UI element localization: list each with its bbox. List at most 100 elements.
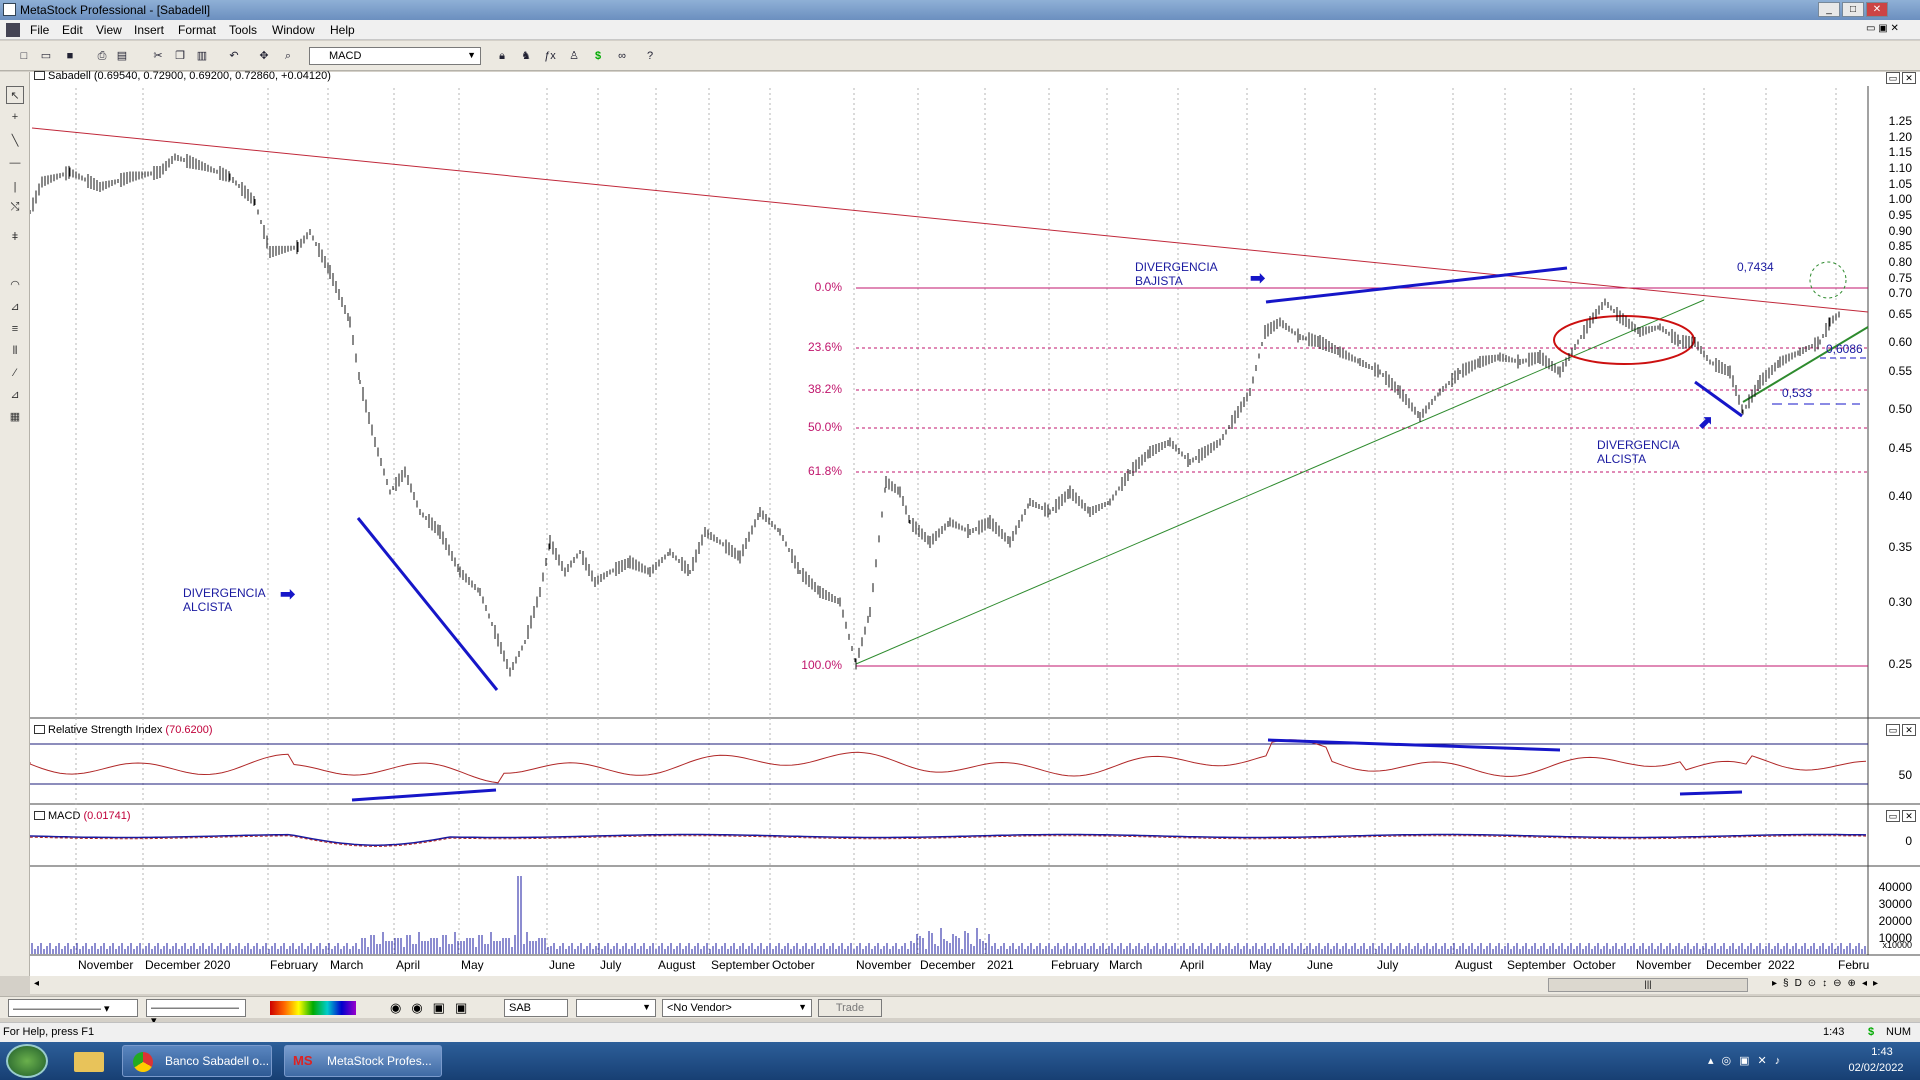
price-axis-label: 0.25 xyxy=(1888,657,1912,671)
indicator-select[interactable]: MACD ▼ xyxy=(309,47,481,65)
date-axis-label: September xyxy=(1507,958,1566,972)
cycle-icon[interactable]: ⤭ xyxy=(6,198,24,216)
help-pointer-icon[interactable]: ? xyxy=(642,49,658,64)
annot-line: DIVERGENCIA xyxy=(183,586,266,600)
drawing-tools-bar: ↖ + ╲ — | ⤭ ǂ ◠ ⊿ ≡ ⦀ ⁄ ⊿ ▦ xyxy=(0,72,30,976)
date-axis-label: July xyxy=(1377,958,1399,972)
task-browser[interactable]: Banco Sabadell o... xyxy=(122,1045,272,1077)
web-icons[interactable]: ◉◉▣▣ xyxy=(390,1000,477,1016)
save-icon[interactable]: ■ xyxy=(62,49,78,64)
zoom-icon[interactable]: ⌕ xyxy=(280,49,296,64)
price-axis-label: 0.50 xyxy=(1888,402,1912,416)
menu-window[interactable]: Window xyxy=(272,23,315,37)
minimize-button[interactable]: _ xyxy=(1818,2,1840,17)
new-icon[interactable]: □ xyxy=(16,49,32,64)
vendor-select[interactable]: <No Vendor> ▼ xyxy=(662,999,812,1017)
highlight-circle[interactable] xyxy=(1809,261,1847,299)
divergence-line-top[interactable] xyxy=(1265,266,1568,304)
binoculars-icon[interactable]: ∞ xyxy=(614,49,630,64)
horizontal-scrollbar[interactable]: ◂ ||| ▸§D⊙↕⊖⊕◂▸ xyxy=(30,976,1920,994)
mdi-restore-icon[interactable]: ▭ ▣ ✕ xyxy=(1866,23,1899,34)
support-trendline[interactable] xyxy=(855,299,1705,665)
arc-icon[interactable]: ◠ xyxy=(6,276,24,294)
print-icon[interactable]: ⎙ xyxy=(94,49,110,64)
window-title: MetaStock Professional - [Sabadell] xyxy=(20,3,211,17)
folder-icon[interactable] xyxy=(74,1052,104,1072)
menu-insert[interactable]: Insert xyxy=(134,23,164,37)
divergence-line-left[interactable] xyxy=(356,517,499,691)
explorer-icon[interactable]: ♙ xyxy=(566,49,582,64)
toolbar: □ ▭ ■ ⎙ ▤ ✂ ❐ ▥ ↶ ✥ ⌕ MACD ▼ 🔒︎ ♞ ƒx ♙ $… xyxy=(0,41,1920,71)
line-style-select[interactable]: ———————— ▾ xyxy=(8,999,138,1017)
title-bar: MetaStock Professional - [Sabadell] _ □ … xyxy=(0,0,1920,20)
color-palette-icon[interactable] xyxy=(270,1001,356,1015)
date-axis-label: July xyxy=(600,958,622,972)
formula-icon[interactable]: ƒx xyxy=(542,49,558,64)
menu-help[interactable]: Help xyxy=(330,23,355,37)
level-label-mid: 0,6086 xyxy=(1826,342,1863,356)
lock-icon[interactable]: 🔒︎ xyxy=(494,49,510,64)
chart-canvas[interactable]: ➡ ➡ ⬈ xyxy=(30,72,1920,976)
chart-window[interactable]: Sabadell (0.69540, 0.72900, 0.69200, 0.7… xyxy=(30,70,1920,976)
vendor-value: <No Vendor> xyxy=(667,1002,732,1014)
undo-icon[interactable]: ↶ xyxy=(226,49,242,64)
line-weight-select[interactable]: ———————— ▾ xyxy=(146,999,246,1027)
open-icon[interactable]: ▭ xyxy=(38,49,54,64)
status-help: For Help, press F1 xyxy=(3,1026,95,1038)
price-axis-label: 1.10 xyxy=(1888,161,1912,175)
close-button[interactable]: ✕ xyxy=(1866,2,1888,17)
scroll-left-icon[interactable]: ◂ xyxy=(34,978,39,989)
fan-icon[interactable]: ⊿ xyxy=(6,298,24,316)
maximize-button[interactable]: □ xyxy=(1842,2,1864,17)
crosshair-icon[interactable]: + xyxy=(6,108,24,126)
rsi-divergence-line-left[interactable] xyxy=(351,788,497,802)
menu-tools[interactable]: Tools xyxy=(229,23,257,37)
dollar-icon[interactable]: $ xyxy=(590,49,606,64)
price-axis-label: 0.60 xyxy=(1888,335,1912,349)
gann-icon[interactable]: ⊿ xyxy=(6,386,24,404)
tray-icons[interactable]: ▴◎▣✕♪ xyxy=(1708,1054,1788,1067)
resistance-trendline[interactable] xyxy=(31,127,1869,313)
status-time: 1:43 xyxy=(1823,1026,1845,1038)
menu-view[interactable]: View xyxy=(96,23,122,37)
period-select[interactable]: ▼ xyxy=(576,999,656,1017)
grid-icon[interactable]: ▦ xyxy=(6,408,24,426)
horizontal-line-icon[interactable]: — xyxy=(6,154,24,172)
channel-icon[interactable]: ⁄ xyxy=(6,364,24,382)
rsi-divergence-line-top[interactable] xyxy=(1267,738,1561,752)
trendline-icon[interactable]: ╲ xyxy=(6,132,24,150)
symbol-input[interactable]: SAB xyxy=(504,999,568,1017)
doc-icon[interactable] xyxy=(6,23,20,37)
fibonacci-icon[interactable]: ≡ xyxy=(6,320,24,338)
pointer-icon[interactable]: ↖ xyxy=(6,86,24,104)
menu-edit[interactable]: Edit xyxy=(62,23,83,37)
task-metastock[interactable]: MS MetaStock Profes... xyxy=(284,1045,442,1077)
divergence-line-right[interactable] xyxy=(1694,380,1743,418)
date-axis-label: December xyxy=(1706,958,1762,972)
copy-icon[interactable]: ❐ xyxy=(172,49,188,64)
rsi-divergence-line-right[interactable] xyxy=(1679,790,1743,796)
scroll-controls-icon[interactable]: ▸§D⊙↕⊖⊕◂▸ xyxy=(1772,978,1884,989)
menu-format[interactable]: Format xyxy=(178,23,216,37)
date-axis-label: June xyxy=(1307,958,1334,972)
text-tool-icon[interactable]: ǂ xyxy=(6,228,24,246)
move-icon[interactable]: ✥ xyxy=(256,49,272,64)
expert-icon[interactable]: ♞ xyxy=(518,49,534,64)
level-label-top: 0,7434 xyxy=(1737,260,1774,274)
price-axis-label: 0.70 xyxy=(1888,286,1912,300)
menu-file[interactable]: File xyxy=(30,23,49,37)
start-button[interactable] xyxy=(6,1044,48,1078)
print-preview-icon[interactable]: ▤ xyxy=(114,49,130,64)
volume-axis-label: 40000 xyxy=(1878,880,1912,894)
highlight-ellipse[interactable] xyxy=(1553,315,1695,365)
fib-time-icon[interactable]: ⦀ xyxy=(6,342,24,360)
paste-icon[interactable]: ▥ xyxy=(194,49,210,64)
cut-icon[interactable]: ✂ xyxy=(150,49,166,64)
date-axis-label: March xyxy=(330,958,364,972)
scroll-thumb[interactable]: ||| xyxy=(1548,978,1748,992)
vertical-line-icon[interactable]: | xyxy=(6,178,24,196)
price-axis-label: 0.30 xyxy=(1888,595,1912,609)
macd-axis-label: 0 xyxy=(1905,834,1912,848)
price-axis-label: 0.40 xyxy=(1888,489,1912,503)
trade-button[interactable]: Trade xyxy=(818,999,882,1017)
